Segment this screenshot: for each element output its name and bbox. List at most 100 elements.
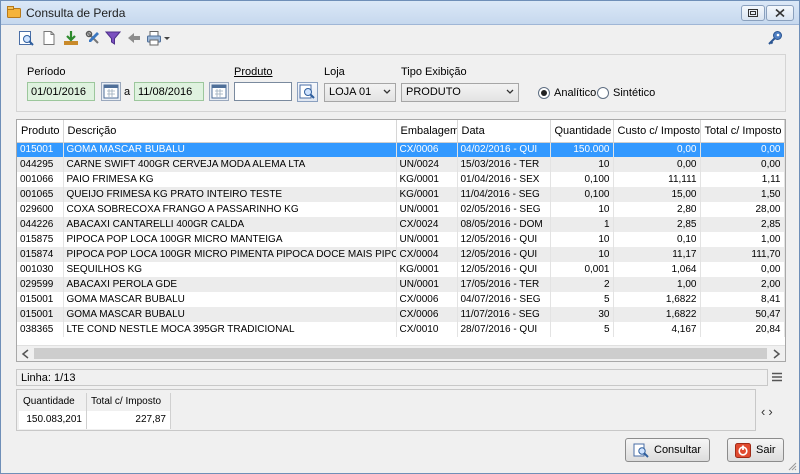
cell-produto[interactable]: 044295: [17, 157, 64, 172]
cell-total[interactable]: 1,00: [700, 232, 785, 247]
cell-custo[interactable]: 1,6822: [613, 292, 701, 307]
table-row[interactable]: 038365 LTE COND NESTLE MOCA 395GR TRADICI…: [17, 322, 785, 337]
cell-custo[interactable]: 2,85: [613, 217, 701, 232]
cell-quantidade[interactable]: 10: [550, 247, 614, 262]
tools-icon[interactable]: [85, 30, 101, 46]
cell-produto[interactable]: 001030: [17, 262, 64, 277]
cell-quantidade[interactable]: 1: [550, 217, 614, 232]
produto-label[interactable]: Produto: [234, 66, 273, 78]
table-row[interactable]: 029600 COXA SOBRECOXA FRANGO A PASSARINHO…: [17, 202, 785, 217]
cell-produto[interactable]: 029599: [17, 277, 64, 292]
table-row[interactable]: 044295 CARNE SWIFT 400GR CERVEJA MODA ALE…: [17, 157, 785, 172]
col-header-total[interactable]: Total c/ Imposto: [700, 120, 785, 143]
cell-embalagem[interactable]: CX/0010: [396, 322, 458, 337]
table-row[interactable]: 015001 GOMA MASCAR BUBALU CX/0006 11/07/201…: [17, 307, 785, 322]
table-row[interactable]: 015001 GOMA MASCAR BUBALU CX/0006 04/07/201…: [17, 292, 785, 307]
cell-custo[interactable]: 4,167: [613, 322, 701, 337]
chevron-right-icon[interactable]: ›: [768, 404, 775, 419]
loja-select[interactable]: LOJA 01: [324, 83, 396, 102]
cell-custo[interactable]: 1,6822: [613, 307, 701, 322]
cell-descricao[interactable]: COXA SOBRECOXA FRANGO A PASSARINHO KG: [63, 202, 397, 217]
download-icon[interactable]: [63, 30, 79, 46]
radio-sintetico-label[interactable]: Sintético: [613, 87, 655, 99]
print-icon[interactable]: [146, 30, 162, 46]
table-row[interactable]: 001065 QUEIJO FRIMESA KG PRATO INTEIRO TE…: [17, 187, 785, 202]
cell-data[interactable]: 04/02/2016 - QUI: [457, 142, 551, 157]
cell-produto[interactable]: 015001: [17, 307, 64, 322]
cell-descricao[interactable]: QUEIJO FRIMESA KG PRATO INTEIRO TESTE: [63, 187, 397, 202]
cell-data[interactable]: 12/05/2016 - QUI: [457, 262, 551, 277]
cell-quantidade[interactable]: 10: [550, 202, 614, 217]
cell-total[interactable]: 111,70: [700, 247, 785, 262]
cell-embalagem[interactable]: KG/0001: [396, 262, 458, 277]
cell-produto[interactable]: 038365: [17, 322, 64, 337]
cell-produto[interactable]: 001065: [17, 187, 64, 202]
cell-embalagem[interactable]: UN/0001: [396, 232, 458, 247]
col-header-custo[interactable]: Custo c/ Imposto: [613, 120, 701, 143]
date-to-calendar-button[interactable]: [209, 82, 229, 101]
cell-embalagem[interactable]: CX/0004: [396, 247, 458, 262]
table-row[interactable]: 029599 ABACAXI PEROLA GDE UN/0001 17/05/201…: [17, 277, 785, 292]
dropdown-caret-icon[interactable]: [163, 30, 171, 46]
cell-embalagem[interactable]: KG/0001: [396, 187, 458, 202]
cell-quantidade[interactable]: 0,100: [550, 187, 614, 202]
scrollbar-thumb[interactable]: [34, 348, 767, 359]
cell-embalagem[interactable]: CX/0006: [396, 292, 458, 307]
col-header-quantidade[interactable]: Quantidade: [550, 120, 614, 143]
horizontal-scrollbar[interactable]: [17, 345, 785, 361]
cell-produto[interactable]: 015874: [17, 247, 64, 262]
cell-data[interactable]: 17/05/2016 - TER: [457, 277, 551, 292]
cell-total[interactable]: 2,85: [700, 217, 785, 232]
cell-total[interactable]: 1,11: [700, 172, 785, 187]
col-header-data[interactable]: Data: [457, 120, 551, 143]
cell-embalagem[interactable]: UN/0001: [396, 202, 458, 217]
cell-custo[interactable]: 15,00: [613, 187, 701, 202]
consultar-button[interactable]: Consultar: [625, 438, 710, 462]
filter-icon[interactable]: [105, 30, 121, 46]
hamburger-menu-icon[interactable]: [771, 371, 783, 383]
cell-descricao[interactable]: PIPOCA POP LOCA 100GR MICRO MANTEIGA: [63, 232, 397, 247]
table-row[interactable]: 001030 SEQUILHOS KG KG/0001 12/05/2016 - QU…: [17, 262, 785, 277]
date-to-input[interactable]: [134, 82, 204, 101]
cell-descricao[interactable]: SEQUILHOS KG: [63, 262, 397, 277]
cell-total[interactable]: 8,41: [700, 292, 785, 307]
cell-custo[interactable]: 0,10: [613, 232, 701, 247]
col-header-descricao[interactable]: Descrição: [63, 120, 397, 143]
cell-data[interactable]: 01/04/2016 - SEX: [457, 172, 551, 187]
col-header-embalagem[interactable]: Embalagem: [396, 120, 458, 143]
cell-quantidade[interactable]: 10: [550, 157, 614, 172]
cell-data[interactable]: 11/07/2016 - SEG: [457, 307, 551, 322]
radio-analitico-label[interactable]: Analítico: [554, 87, 596, 99]
cell-quantidade[interactable]: 0,100: [550, 172, 614, 187]
cell-quantidade[interactable]: 5: [550, 322, 614, 337]
cell-total[interactable]: 20,84: [700, 322, 785, 337]
table-row[interactable]: 001066 PAIO FRIMESA KG KG/0001 01/04/2016 -…: [17, 172, 785, 187]
blank-document-icon[interactable]: [41, 30, 57, 46]
totals-scroll-arrows[interactable]: ‹›: [761, 404, 776, 419]
cell-custo[interactable]: 1,00: [613, 277, 701, 292]
produto-lookup-button[interactable]: [297, 82, 318, 102]
cell-embalagem[interactable]: CX/0006: [396, 307, 458, 322]
cell-custo[interactable]: 2,80: [613, 202, 701, 217]
scroll-left-icon[interactable]: [20, 349, 32, 359]
cell-total[interactable]: 2,00: [700, 277, 785, 292]
radio-sintetico[interactable]: [597, 87, 609, 99]
cell-data[interactable]: 11/04/2016 - SEG: [457, 187, 551, 202]
sair-button[interactable]: Sair: [727, 438, 784, 462]
table-row[interactable]: 044226 ABACAXI CANTARELLI 400GR CALDA CX/0…: [17, 217, 785, 232]
restore-button[interactable]: [741, 5, 765, 21]
cell-descricao[interactable]: LTE COND NESTLE MOCA 395GR TRADICIONAL: [63, 322, 397, 337]
cell-total[interactable]: 1,50: [700, 187, 785, 202]
cell-total[interactable]: 0,00: [700, 262, 785, 277]
cell-custo[interactable]: 0,00: [613, 142, 701, 157]
cell-total[interactable]: 0,00: [700, 157, 785, 172]
table-row[interactable]: 015001 GOMA MASCAR BUBALU CX/0006 04/02/201…: [17, 142, 785, 157]
cell-descricao[interactable]: GOMA MASCAR BUBALU: [63, 307, 397, 322]
cell-data[interactable]: 15/03/2016 - TER: [457, 157, 551, 172]
cell-data[interactable]: 08/05/2016 - DOM: [457, 217, 551, 232]
cell-descricao[interactable]: PAIO FRIMESA KG: [63, 172, 397, 187]
cell-embalagem[interactable]: UN/0024: [396, 157, 458, 172]
cell-produto[interactable]: 015875: [17, 232, 64, 247]
table-row[interactable]: 015874 PIPOCA POP LOCA 100GR MICRO PIMENT…: [17, 247, 785, 262]
cell-descricao[interactable]: CARNE SWIFT 400GR CERVEJA MODA ALEMA LTA: [63, 157, 397, 172]
